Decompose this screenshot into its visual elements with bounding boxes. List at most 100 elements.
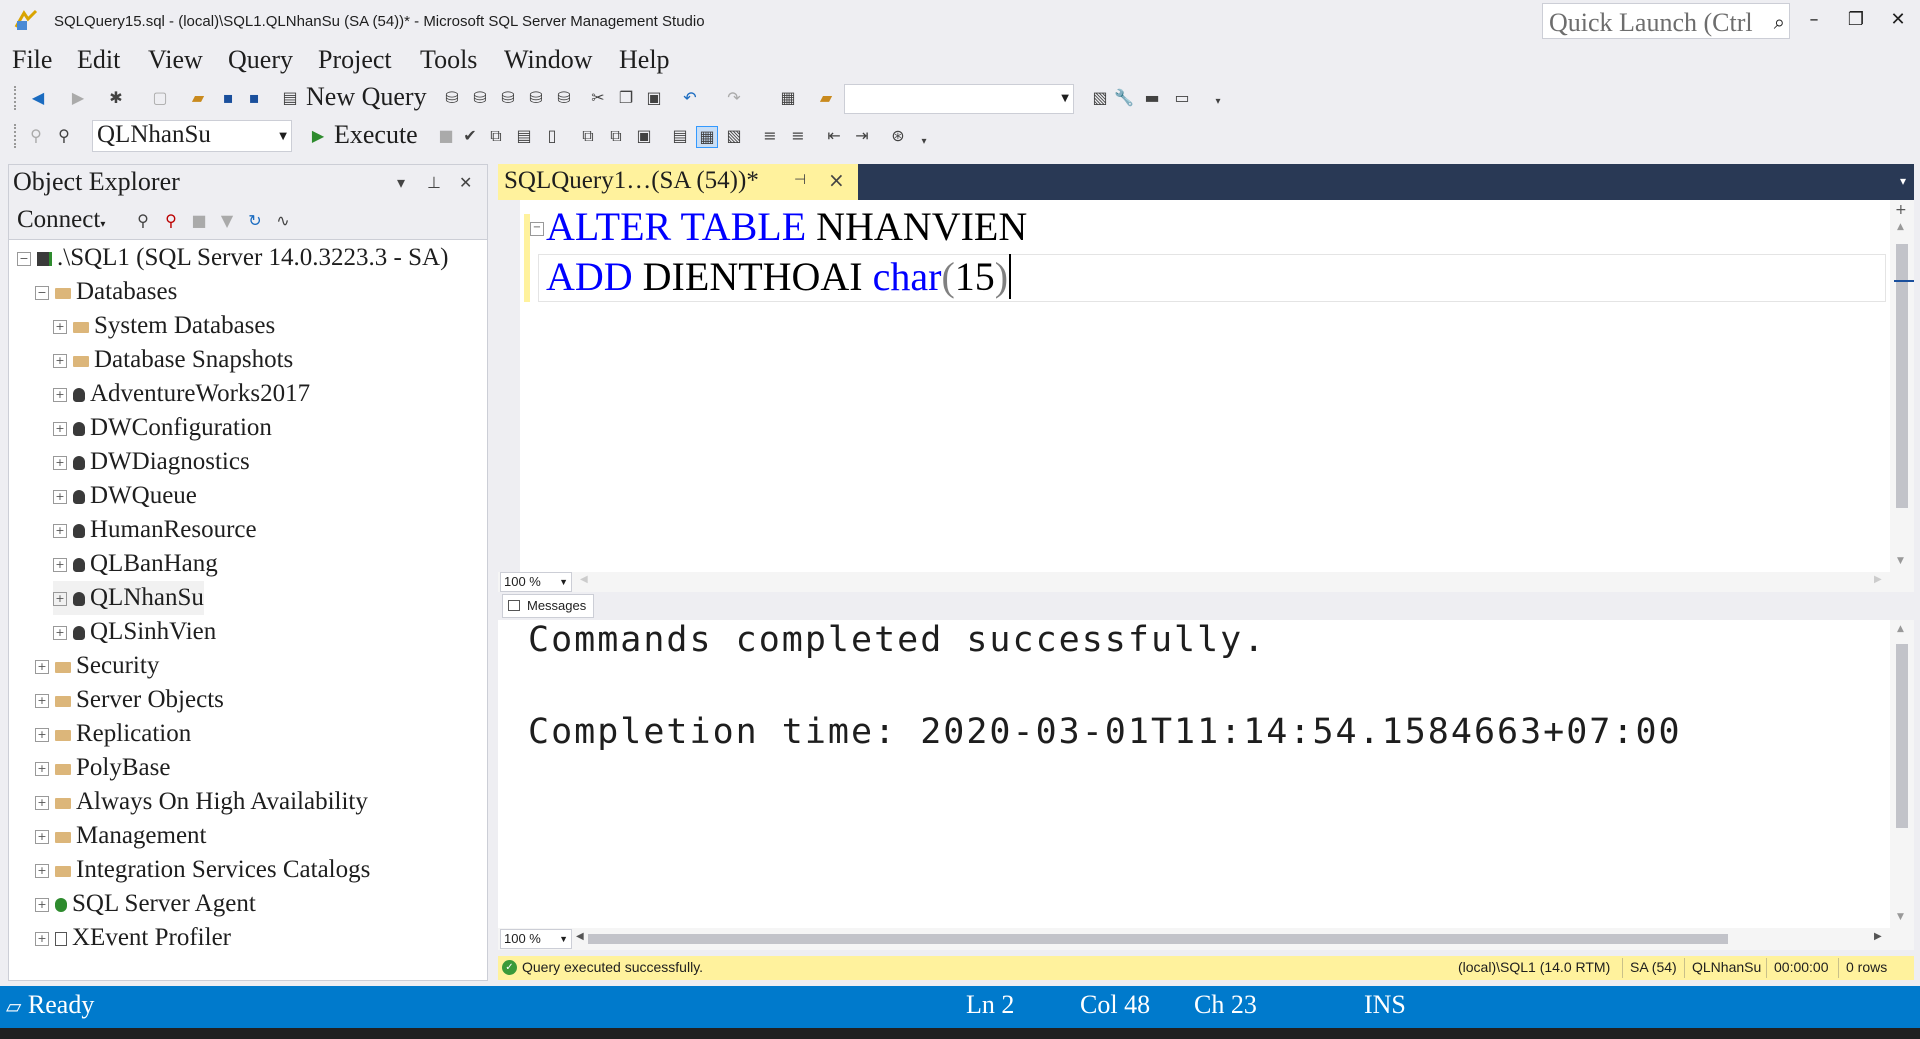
menu-window[interactable]: Window <box>504 44 593 76</box>
close-window-button[interactable]: ✕ <box>1878 6 1918 34</box>
scroll-right-icon[interactable]: ▶ <box>1874 931 1882 942</box>
menu-help[interactable]: Help <box>619 44 670 76</box>
tree-item[interactable]: + Replication <box>35 717 191 751</box>
command-window-icon[interactable]: ▭ <box>1172 88 1192 108</box>
tree-item[interactable]: − .\SQL1 (SQL Server 14.0.3223.3 - SA) <box>17 241 448 275</box>
toolbox-icon[interactable]: ▬ <box>1142 88 1162 108</box>
open-file-icon[interactable]: ▰ <box>188 88 208 108</box>
tree-item[interactable]: + HumanResource <box>53 513 257 547</box>
messages-pane[interactable]: Commands completed successfully. Complet… <box>498 620 1914 928</box>
save-icon[interactable]: ▪ <box>218 88 238 108</box>
properties-icon[interactable]: 🔧 <box>1114 88 1134 108</box>
messages-vertical-scrollbar[interactable]: ▲ ▼ <box>1890 620 1914 928</box>
query-designer-icon[interactable]: ▤ <box>514 126 534 146</box>
menu-edit[interactable]: Edit <box>77 44 120 76</box>
dmx-query-icon[interactable]: ⛁ <box>498 88 518 108</box>
menu-tools[interactable]: Tools <box>420 44 477 76</box>
filter-icon[interactable]: ▼ <box>217 211 237 231</box>
query-editor[interactable]: − ALTER TABLE NHANVIEN ADD DIENTHOAI cha… <box>498 200 1914 572</box>
toolbar-options-icon[interactable]: ▾ <box>914 132 934 152</box>
expand-icon[interactable]: + <box>53 422 67 437</box>
dax-query-icon[interactable]: ⛁ <box>554 88 574 108</box>
outline-collapse-icon[interactable]: − <box>530 222 544 236</box>
expand-icon[interactable]: + <box>35 932 49 947</box>
tree-item[interactable]: + PolyBase <box>35 751 170 785</box>
database-engine-query-icon[interactable]: ⛁ <box>442 88 462 108</box>
tree-item[interactable]: + Database Snapshots <box>53 343 293 377</box>
vs-solution-icon[interactable]: ▧ <box>1090 88 1110 108</box>
tree-item[interactable]: + XEvent Profiler <box>35 921 231 955</box>
copy-icon[interactable]: ❐ <box>616 88 636 108</box>
increase-indent-icon[interactable]: ⇥ <box>852 126 872 146</box>
pin-icon[interactable]: ⊣ <box>794 172 806 188</box>
menu-query[interactable]: Query <box>228 44 293 76</box>
toolbar-options-icon[interactable]: ▾ <box>1208 92 1228 112</box>
query-options-icon[interactable]: ▯ <box>542 126 562 146</box>
connect-dropdown[interactable]: Connect▾ <box>17 206 105 234</box>
horizontal-scroll-thumb[interactable] <box>588 934 1728 944</box>
tab-messages[interactable]: Messages <box>502 594 594 618</box>
tree-item[interactable]: + DWQueue <box>53 479 197 513</box>
forward-icon[interactable]: ▶ <box>68 88 88 108</box>
specify-template-values-icon[interactable]: ⊛ <box>888 126 908 146</box>
tree-item[interactable]: + Integration Services Catalogs <box>35 853 370 887</box>
tree-item[interactable]: + Security <box>35 649 159 683</box>
change-connection-icon[interactable]: ⚲ <box>54 126 74 146</box>
tree-item[interactable]: + SQL Server Agent <box>35 887 256 921</box>
menu-view[interactable]: View <box>148 44 203 76</box>
minimize-button[interactable]: – <box>1794 6 1834 34</box>
expand-icon[interactable]: + <box>53 456 67 471</box>
disconnect-icon[interactable]: ⚲ <box>161 211 181 231</box>
expand-icon[interactable]: + <box>35 728 49 743</box>
collapse-icon[interactable]: − <box>35 286 49 301</box>
new-project-icon[interactable]: ✱ <box>106 88 126 108</box>
uncomment-lines-icon[interactable]: ≡ <box>788 126 808 146</box>
add-item-icon[interactable]: ▢ <box>150 88 170 108</box>
tree-item[interactable]: + System Databases <box>53 309 275 343</box>
new-query-button[interactable]: New Query <box>306 82 427 112</box>
close-icon[interactable]: ✕ <box>459 173 472 192</box>
solution-configurations-combo[interactable]: ▼ <box>844 84 1074 114</box>
expand-icon[interactable]: + <box>35 762 49 777</box>
expand-icon[interactable]: + <box>35 830 49 845</box>
results-to-file-icon[interactable]: ▧ <box>724 126 744 146</box>
pin-icon[interactable]: ⊥ <box>427 173 441 192</box>
scroll-down-icon[interactable]: ▼ <box>1897 912 1904 922</box>
activity-monitor-icon[interactable]: ∿ <box>273 211 293 231</box>
editor-vertical-scrollbar[interactable]: + ▲ ▼ <box>1890 200 1914 572</box>
tree-item[interactable]: − Databases <box>35 275 177 309</box>
tree-item[interactable]: + DWConfiguration <box>53 411 272 445</box>
toolbar-grip[interactable] <box>14 124 20 148</box>
editor-zoom-combo[interactable]: 100 % ▼ <box>500 572 572 592</box>
tab-sqlquery[interactable]: SQLQuery1…(SA (54))* ⊣ × <box>498 164 858 200</box>
tree-item[interactable]: + Server Objects <box>35 683 224 717</box>
decrease-indent-icon[interactable]: ⇤ <box>824 126 844 146</box>
include-actual-plan-icon[interactable]: ⧉ <box>606 126 626 146</box>
expand-icon[interactable]: + <box>35 796 49 811</box>
execute-icon[interactable]: ▶ <box>308 126 328 146</box>
mdx-query-icon[interactable]: ⛁ <box>470 88 490 108</box>
undo-icon[interactable]: ↶ <box>680 88 700 108</box>
xmla-query-icon[interactable]: ⛁ <box>526 88 546 108</box>
toolbar-grip[interactable] <box>14 86 20 110</box>
results-to-grid-icon[interactable]: ▦ <box>696 126 718 148</box>
activity-monitor-icon[interactable]: ▦ <box>778 88 798 108</box>
close-icon[interactable]: × <box>828 168 845 192</box>
expand-icon[interactable]: + <box>35 864 49 879</box>
display-estimated-plan-icon[interactable]: ⧉ <box>486 126 506 146</box>
tab-list-dropdown-icon[interactable]: ▾ <box>1900 174 1906 188</box>
cut-icon[interactable]: ✂ <box>588 88 608 108</box>
menu-file[interactable]: File <box>12 44 52 76</box>
back-icon[interactable]: ◀ <box>28 88 48 108</box>
refresh-icon[interactable]: ↻ <box>245 211 265 231</box>
connect-icon[interactable]: ⚲ <box>26 126 46 146</box>
save-all-icon[interactable]: ▪ <box>244 88 264 108</box>
redo-icon[interactable]: ↷ <box>724 88 744 108</box>
expand-icon[interactable]: + <box>35 898 49 913</box>
tree-item[interactable]: + Always On High Availability <box>35 785 368 819</box>
scroll-left-icon[interactable]: ◀ <box>576 931 584 942</box>
connect-object-explorer-icon[interactable]: ⚲ <box>133 211 153 231</box>
scroll-up-icon[interactable]: ▲ <box>1897 624 1904 634</box>
window-position-icon[interactable]: ▾ <box>397 173 405 192</box>
parse-icon[interactable]: ✔ <box>460 126 480 146</box>
